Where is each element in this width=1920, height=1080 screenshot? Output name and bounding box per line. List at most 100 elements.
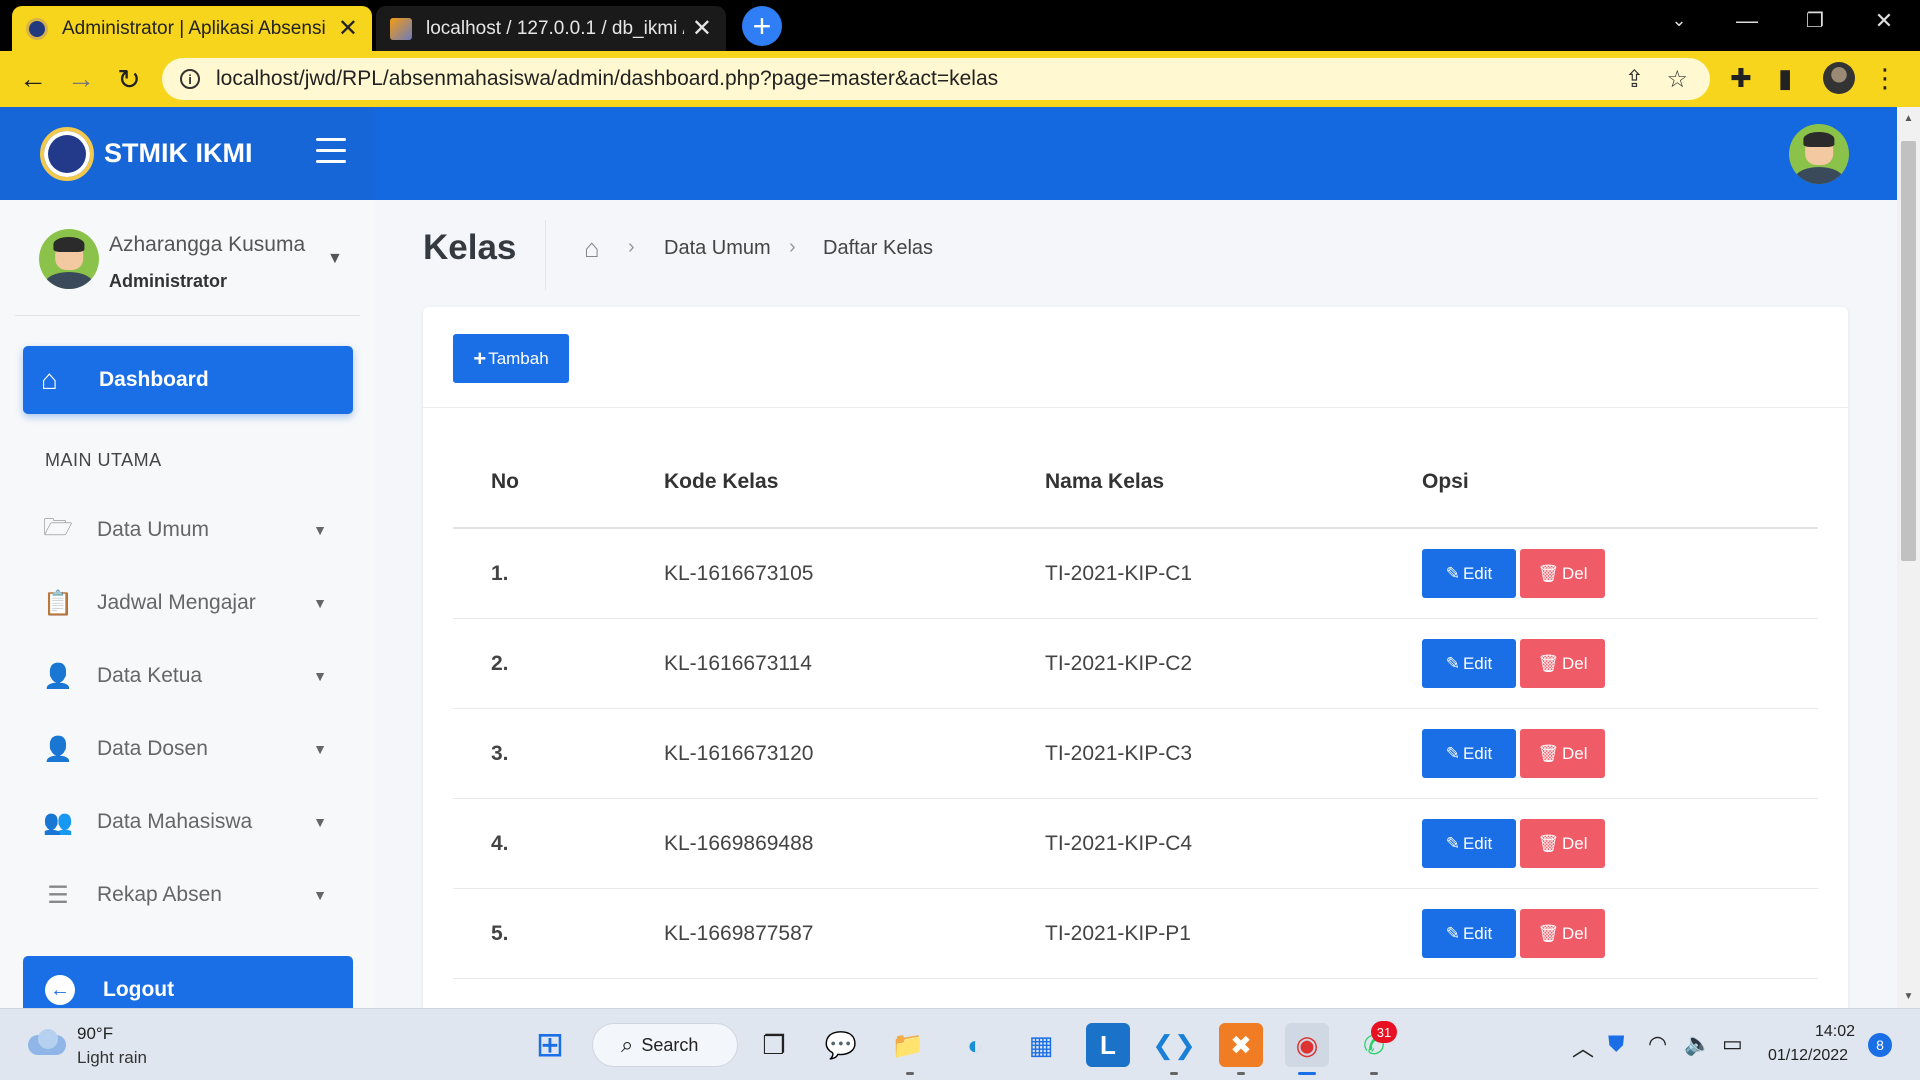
sidebar: Azharangga Kusuma Administrator ▼ ⌂ Dash… [0,200,375,1008]
tab-search-icon[interactable]: ⌄ [1661,10,1697,31]
table-row: 5. KL-1669877587 TI-2021-KIP-P1 ✎ Edit 🗑 D… [453,889,1818,979]
url-text: localhost/jwd/RPL/absenmahasiswa/admin/d… [216,67,999,90]
user-panel[interactable]: Azharangga Kusuma Administrator ▼ [15,200,360,316]
sidebar-item-data-ketua[interactable]: 👤 Data Ketua ▼ [23,648,353,704]
bookmark-star-icon[interactable]: ☆ [1666,65,1688,94]
sidebar-item-label: Jadwal Mengajar [97,591,256,614]
clock-date[interactable]: 01/12/2022 [1768,1047,1848,1065]
add-button-label: Tambah [488,348,549,368]
battery-icon[interactable]: ▭ [1722,1031,1743,1057]
trash-icon: 🗑 [1537,563,1560,583]
security-shield-icon[interactable]: ⛊ [1608,1031,1625,1057]
close-icon[interactable]: ✕ [338,16,358,41]
tab-admin[interactable]: Administrator | Aplikasi Absensi ✕ [12,6,372,51]
chevron-up-icon[interactable]: ︿ [1572,1031,1594,1063]
file-explorer-icon[interactable]: 📁 [886,1023,930,1067]
page-title: Kelas [423,228,517,267]
vscode-icon[interactable]: ❮❯ [1152,1023,1196,1067]
edit-button[interactable]: ✎ Edit [1422,909,1516,958]
edit-button[interactable]: ✎ Edit [1422,639,1516,688]
column-header-no: No [491,470,519,493]
cell-kode: KL-1669869488 [664,831,814,855]
volume-icon[interactable]: 🔈 [1684,1031,1711,1057]
delete-button[interactable]: 🗑 Del [1520,549,1605,598]
plus-icon: + [473,345,487,371]
delete-button[interactable]: 🗑 Del [1520,639,1605,688]
tab-phpmyadmin[interactable]: localhost / 127.0.0.1 / db_ikmi / t ✕ [376,6,726,51]
table-header-row: No Kode Kelas Nama Kelas Opsi [453,437,1818,529]
windows-start-icon[interactable]: ⊞ [528,1023,572,1067]
more-menu-icon[interactable]: ⋮ [1872,63,1898,94]
browser-toolbar: ← → ↻ i localhost/jwd/RPL/absenmahasiswa… [0,51,1920,107]
weather-description[interactable]: Light rain [77,1048,147,1068]
taskbar-search[interactable]: ⌕ Search [592,1023,738,1067]
back-icon[interactable]: ← [13,59,53,99]
kelas-table: No Kode Kelas Nama Kelas Opsi 1. KL-1616… [453,437,1818,979]
running-indicator [1370,1072,1378,1075]
cell-nama: TI-2021-KIP-C2 [1045,651,1193,675]
sidebar-item-data-mahasiswa[interactable]: 👥 Data Mahasiswa ▼ [23,794,353,850]
delete-button[interactable]: 🗑 Del [1520,909,1605,958]
share-icon[interactable]: ⇪ [1624,65,1644,94]
sidebar-item-data-umum[interactable]: 🗁 Data Umum ▼ [23,502,353,558]
cell-no: 4. [491,831,509,855]
chrome-icon[interactable]: ◉ [1285,1023,1329,1067]
window-close-icon[interactable]: ✕ [1866,8,1902,34]
logout-button[interactable]: ← Logout [23,956,353,1008]
sidebar-item-rekap-absen[interactable]: ☰ Rekap Absen ▼ [23,867,353,923]
users-icon: 👥 [43,808,73,836]
sidebar-item-dashboard[interactable]: ⌂ Dashboard [23,346,353,414]
menu-toggle-icon[interactable] [316,138,346,164]
site-info-icon[interactable]: i [180,69,200,89]
wifi-icon[interactable]: ◠ [1648,1031,1667,1057]
minimize-icon[interactable]: — [1729,8,1765,34]
running-indicator-active [1298,1072,1316,1075]
weather-cloud-icon[interactable] [28,1029,66,1057]
delete-label: Del [1562,923,1588,943]
notification-badge[interactable]: 8 [1868,1033,1892,1057]
task-view-icon[interactable]: ❐ [752,1023,796,1067]
extensions-icon[interactable]: ✚ [1730,63,1752,94]
delete-label: Del [1562,833,1588,853]
scroll-up-icon[interactable]: ▲ [1897,113,1920,124]
edit-button[interactable]: ✎ Edit [1422,819,1516,868]
edit-button[interactable]: ✎ Edit [1422,729,1516,778]
breadcrumb-home-icon[interactable]: ⌂ [584,233,600,264]
reload-icon[interactable]: ↻ [109,59,149,99]
sidebar-item-label: Dashboard [99,368,209,391]
edit-icon: ✎ [1445,563,1460,583]
scroll-down-icon[interactable]: ▼ [1897,991,1920,1002]
add-button[interactable]: + Tambah [453,334,569,383]
close-icon[interactable]: ✕ [692,16,712,41]
microsoft-store-icon[interactable]: ▦ [1019,1023,1063,1067]
app-l-icon[interactable]: L [1086,1023,1130,1067]
xampp-icon[interactable]: ✖ [1219,1023,1263,1067]
address-bar[interactable]: i localhost/jwd/RPL/absenmahasiswa/admin… [162,58,1710,100]
breadcrumb-data-umum[interactable]: Data Umum [664,237,771,260]
sidebar-item-data-dosen[interactable]: 👤 Data Dosen ▼ [23,721,353,777]
column-header-opsi: Opsi [1422,470,1469,493]
scrollbar-thumb[interactable] [1901,141,1916,561]
forward-icon[interactable]: → [61,59,101,99]
edit-label: Edit [1462,743,1493,763]
folder-open-icon: 🗁 [43,513,73,541]
header-user-avatar[interactable] [1789,124,1849,184]
sidebar-item-jadwal-mengajar[interactable]: 📋 Jadwal Mengajar ▼ [23,575,353,631]
page-scrollbar[interactable]: ▲ ▼ [1897,107,1920,1008]
edit-button[interactable]: ✎ Edit [1422,549,1516,598]
weather-temperature[interactable]: 90°F [77,1024,113,1044]
restore-icon[interactable]: ❐ [1797,8,1833,33]
edge-browser-icon[interactable]: ◐ [953,1023,997,1067]
caret-down-icon[interactable]: ▼ [327,250,343,268]
delete-button[interactable]: 🗑 Del [1520,819,1605,868]
sidebar-item-label: Data Mahasiswa [97,810,253,833]
delete-button[interactable]: 🗑 Del [1520,729,1605,778]
side-panel-icon[interactable]: ▮ [1778,63,1792,94]
clock-time[interactable]: 14:02 [1815,1023,1855,1041]
browser-profile-avatar[interactable] [1823,62,1855,94]
sidebar-item-label: Data Ketua [97,664,203,687]
new-tab-button[interactable]: + [742,6,782,46]
teams-chat-icon[interactable]: 💬 [819,1023,863,1067]
title-divider [545,220,546,290]
running-indicator [906,1072,914,1075]
